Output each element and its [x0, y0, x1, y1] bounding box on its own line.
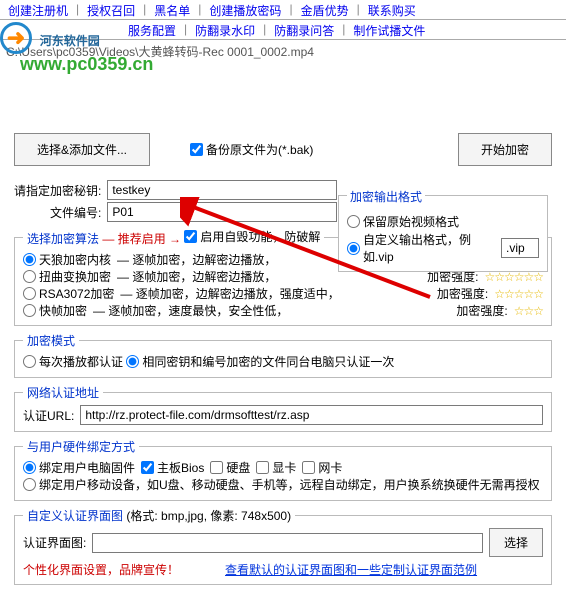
hw-mb[interactable]: 主板Bios: [141, 459, 204, 476]
uiimg-input[interactable]: [92, 533, 483, 553]
uiimg-browse-button[interactable]: 选择: [489, 528, 543, 557]
top-nav-2: 服务配置| 防翻录水印| 防翻录问答| 制作试播文件: [0, 20, 566, 40]
fileno-input[interactable]: [107, 202, 337, 222]
nav-advantage[interactable]: 金盾优势: [293, 0, 357, 19]
net-group: 网络认证地址 认证URL:: [14, 384, 552, 432]
output-format-group: 加密输出格式 保留原始视频格式 自定义输出格式，例如.vip: [338, 195, 548, 272]
key-input[interactable]: [107, 180, 337, 200]
fileno-label: 文件编号:: [50, 204, 101, 221]
url-label: 认证URL:: [23, 407, 74, 424]
hw-group: 与用户硬件绑定方式 绑定用户电脑固件 主板Bios 硬盘 显卡 网卡 绑定用户移…: [14, 438, 552, 501]
hw-gpu[interactable]: 显卡: [256, 459, 296, 476]
out-keep-radio[interactable]: 保留原始视频格式: [347, 213, 459, 230]
selfdel-checkbox[interactable]: [184, 230, 197, 243]
nav-buy[interactable]: 联系购买: [360, 0, 424, 19]
algo-opt-2[interactable]: RSA3072加密: [23, 285, 114, 302]
select-files-button[interactable]: 选择&添加文件...: [14, 133, 150, 166]
nav-playpass[interactable]: 创建播放密码: [201, 0, 289, 19]
out-custom-radio[interactable]: 自定义输出格式，例如.vip: [347, 231, 539, 265]
nav-trial[interactable]: 制作试播文件: [345, 20, 433, 39]
uiimg-label: 认证界面图:: [23, 534, 86, 551]
top-nav: 创建注册机| 授权召回| 黑名单| 创建播放密码| 金盾优势| 联系购买: [0, 0, 566, 20]
nav-serverconf[interactable]: 服务配置: [120, 20, 184, 39]
hw-opt-2[interactable]: 绑定用户移动设备，如U盘、移动硬盘、手机等，远程自动绑定，用户换系统换硬件无需再…: [23, 476, 540, 493]
file-path: C:\Users\pc0359\Videos\大黄蜂转码-Rec 0001_00…: [0, 40, 566, 63]
nav-recall[interactable]: 授权召回: [79, 0, 143, 19]
algo-opt-3[interactable]: 快帧加密: [23, 302, 87, 319]
url-input[interactable]: [80, 405, 543, 425]
start-encrypt-button[interactable]: 开始加密: [458, 133, 552, 166]
nav-blacklist[interactable]: 黑名单: [146, 0, 198, 19]
nav-register[interactable]: 创建注册机: [0, 0, 76, 19]
ext-input[interactable]: [501, 238, 539, 258]
key-label: 请指定加密秘钥:: [14, 182, 101, 199]
hw-opt-1[interactable]: 绑定用户电脑固件: [23, 459, 135, 476]
algo-opt-0[interactable]: 天狼加密内核: [23, 251, 111, 268]
mode-group: 加密模式 每次播放都认证 相同密钥和编号加密的文件同台电脑只认证一次: [14, 332, 552, 378]
hw-hd[interactable]: 硬盘: [210, 459, 250, 476]
mode-opt-1[interactable]: 每次播放都认证: [23, 353, 123, 370]
brand-tip: 个性化界面设置，品牌宣传！: [23, 561, 179, 578]
example-link[interactable]: 查看默认的认证界面图和一些定制认证界面范例: [225, 561, 477, 578]
backup-checkbox[interactable]: 备份原文件为(*.bak): [190, 141, 313, 158]
hw-nic[interactable]: 网卡: [302, 459, 342, 476]
mode-opt-2[interactable]: 相同密钥和编号加密的文件同台电脑只认证一次: [126, 353, 394, 370]
nav-qa[interactable]: 防翻录问答: [266, 20, 342, 39]
ui-group: 自定义认证界面图 (格式: bmp,jpg, 像素: 748x500) 认证界面…: [14, 507, 552, 585]
algo-opt-1[interactable]: 扭曲变换加密: [23, 268, 111, 285]
nav-watermark[interactable]: 防翻录水印: [187, 20, 263, 39]
